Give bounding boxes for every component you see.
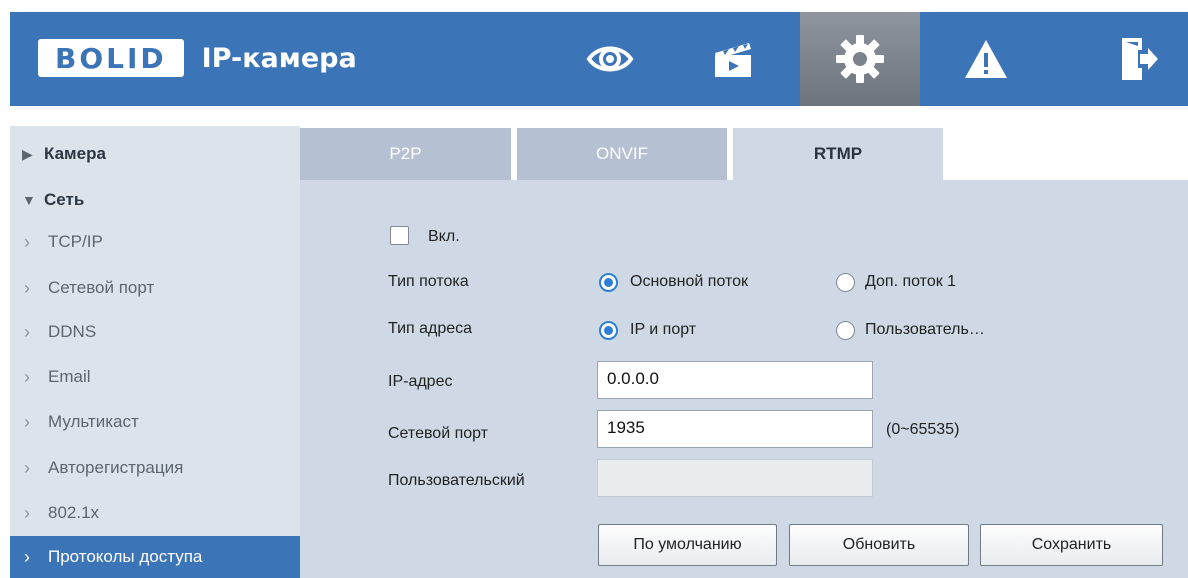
enable-label: Вкл.: [428, 228, 460, 245]
brand-logo: BOLID: [38, 39, 184, 77]
network-port-label: Сетевой порт: [388, 425, 489, 442]
warning-icon: [965, 40, 1007, 78]
logo: BOLID IP-камера: [38, 38, 357, 78]
sidebar-item-label: Мультикаст: [48, 412, 139, 431]
expand-right-icon: ▶: [22, 145, 33, 162]
chevron-right-icon: ›: [24, 546, 30, 567]
address-type-label: Тип адреса: [388, 320, 473, 337]
address-ip-port-radio[interactable]: [599, 321, 618, 340]
sidebar: ▶ Камера ▼ Сеть › TCP/IP › Сетевой порт …: [10, 126, 300, 578]
sidebar-group-network[interactable]: ▼ Сеть: [10, 180, 300, 220]
stream-type-label: Тип потока: [388, 273, 469, 290]
chevron-right-icon: ›: [24, 457, 30, 478]
address-ip-port-label: IP и порт: [630, 321, 697, 338]
logout-button[interactable]: [1088, 12, 1188, 106]
sidebar-item-label: Email: [48, 367, 91, 386]
sidebar-item-email[interactable]: › Email: [10, 357, 300, 397]
chevron-right-icon: ›: [24, 502, 30, 523]
settings-button[interactable]: [800, 12, 920, 106]
sidebar-item-access-protocols[interactable]: › Протоколы доступа: [10, 536, 300, 578]
sidebar-group-camera[interactable]: ▶ Камера: [10, 134, 300, 174]
port-range-hint: (0~65535): [886, 421, 960, 438]
top-header: BOLID IP-камера: [10, 12, 1188, 106]
tab-bar: P2P ONVIF RTMP: [300, 128, 1188, 180]
tab-rtmp[interactable]: RTMP: [733, 128, 943, 180]
chevron-right-icon: ›: [24, 321, 30, 342]
sidebar-item-tcpip[interactable]: › TCP/IP: [10, 222, 300, 262]
sidebar-item-label: Сетевой порт: [48, 278, 155, 297]
sidebar-item-8021x[interactable]: › 802.1x: [10, 493, 300, 533]
eye-icon: [586, 46, 634, 72]
logout-icon: [1122, 38, 1158, 80]
sidebar-item-label: Авторегистрация: [48, 458, 184, 477]
tab-p2p[interactable]: P2P: [300, 128, 511, 180]
sidebar-group-label: Сеть: [44, 190, 85, 209]
address-custom-label: Пользователь…: [865, 321, 985, 338]
custom-address-label: Пользовательский: [388, 472, 525, 489]
playback-button[interactable]: [674, 12, 794, 106]
sidebar-item-label: 802.1x: [48, 503, 100, 522]
clapperboard-icon: [715, 43, 751, 77]
custom-address-input[interactable]: [597, 459, 873, 497]
sidebar-item-label: DDNS: [48, 322, 97, 341]
chevron-right-icon: ›: [24, 411, 30, 432]
sidebar-item-label: TCP/IP: [48, 232, 103, 251]
network-port-input[interactable]: 1935: [597, 410, 873, 448]
chevron-right-icon: ›: [24, 366, 30, 387]
address-custom-radio[interactable]: [836, 321, 855, 340]
alarm-button[interactable]: [926, 12, 1046, 106]
expand-down-icon: ▼: [22, 192, 36, 208]
chevron-right-icon: ›: [24, 277, 30, 298]
sidebar-group-label: Камера: [44, 144, 106, 163]
ip-address-input[interactable]: 0.0.0.0: [597, 361, 873, 399]
stream-main-radio[interactable]: [599, 273, 618, 292]
chevron-right-icon: ›: [24, 231, 30, 252]
sidebar-item-multicast[interactable]: › Мультикаст: [10, 402, 300, 442]
enable-checkbox[interactable]: [390, 226, 409, 245]
default-button[interactable]: По умолчанию: [598, 524, 777, 566]
stream-sub-label: Доп. поток 1: [865, 273, 957, 290]
tab-onvif[interactable]: ONVIF: [517, 128, 727, 180]
sidebar-item-network-port[interactable]: › Сетевой порт: [10, 268, 300, 308]
live-view-button[interactable]: [550, 12, 670, 106]
sidebar-item-autoregistration[interactable]: › Авторегистрация: [10, 448, 300, 488]
app-title: IP-камера: [201, 42, 357, 74]
refresh-button[interactable]: Обновить: [789, 524, 969, 566]
ip-address-label: IP-адрес: [388, 373, 453, 390]
sidebar-item-label: Протоколы доступа: [48, 547, 203, 566]
save-button[interactable]: Сохранить: [980, 524, 1163, 566]
stream-main-label: Основной поток: [630, 273, 749, 290]
gear-icon: [836, 35, 884, 83]
sidebar-item-ddns[interactable]: › DDNS: [10, 312, 300, 352]
stream-sub-radio[interactable]: [836, 273, 855, 292]
rtmp-settings-panel: Вкл. Тип потока Основной поток Доп. пото…: [300, 180, 1188, 578]
